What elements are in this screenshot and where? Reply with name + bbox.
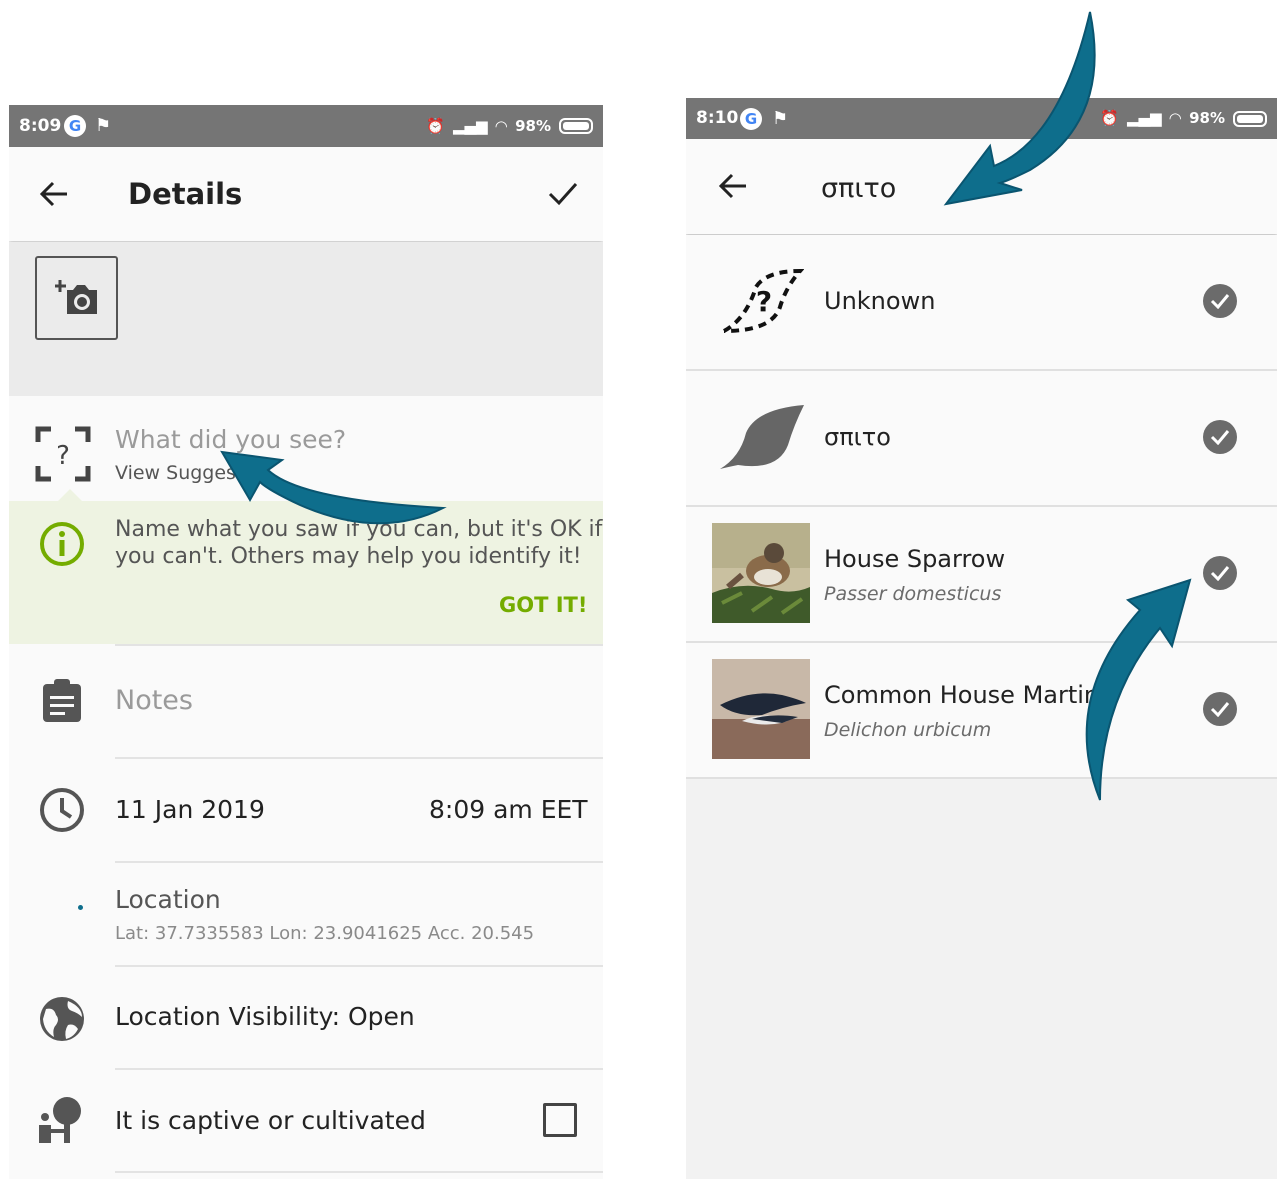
result-row-house-martin[interactable]: Common House Martin Delichon urbicum (686, 643, 1277, 779)
house-martin-photo (712, 659, 810, 759)
search-toolbar: σπιτο (686, 139, 1277, 234)
battery-icon (559, 118, 593, 134)
result-name: Unknown (824, 287, 936, 315)
status-bar: 8:10 G ⚑ ⏰ ▂▄▆ ◠ 98% (686, 98, 1277, 139)
divider (115, 861, 603, 863)
back-arrow-icon[interactable] (718, 173, 748, 199)
species-search-screen: 8:10 G ⚑ ⏰ ▂▄▆ ◠ 98% σπιτο ? Unknown σπι… (686, 98, 1277, 1179)
status-time: 8:09 (19, 116, 62, 136)
species-unknown-icon: ? (35, 426, 91, 482)
alarm-icon: ⏰ (426, 117, 445, 135)
google-icon: G (64, 115, 86, 137)
toolbar: Details (9, 147, 603, 241)
divider (115, 965, 603, 967)
house-sparrow-photo (712, 523, 810, 623)
wifi-icon: ◠ (1169, 109, 1182, 127)
location-title[interactable]: Location (115, 885, 221, 914)
result-row-query[interactable]: σπιτο (686, 371, 1277, 507)
species-input[interactable]: What did you see? (115, 425, 346, 454)
result-name: House Sparrow (824, 545, 1006, 573)
divider (115, 757, 603, 759)
tip-pointer (58, 489, 82, 501)
battery-icon (1233, 110, 1267, 127)
tree-captive-icon (39, 1097, 81, 1143)
time-field[interactable]: 8:09 am EET (429, 795, 588, 824)
result-row-house-sparrow[interactable]: House Sparrow Passer domesticus (686, 507, 1277, 643)
result-scientific-name: Passer domesticus (824, 583, 1002, 605)
result-scientific-name: Delichon urbicum (824, 719, 992, 741)
info-icon (40, 522, 84, 566)
status-icons: ⏰ ▂▄▆ ◠ 98% (1100, 98, 1267, 139)
status-icons: ⏰ ▂▄▆ ◠ 98% (426, 105, 593, 147)
page-title: Details (128, 177, 243, 211)
globe-icon (40, 997, 84, 1041)
location-visibility[interactable]: Location Visibility: Open (115, 1002, 415, 1031)
svg-text:?: ? (56, 441, 70, 471)
tip-text-line1: Name what you saw if you can, but it's O… (115, 517, 603, 542)
save-check-icon[interactable] (547, 181, 579, 207)
clipboard-icon (43, 679, 81, 722)
divider (115, 1068, 603, 1070)
add-camera-icon (55, 280, 97, 314)
location-coordinates: Lat: 37.7335583 Lon: 23.9041625 Acc. 20.… (115, 923, 535, 944)
select-check-icon[interactable] (1203, 420, 1237, 454)
unknown-species-icon: ? (722, 268, 804, 333)
signal-icon: ▂▄▆ (1126, 109, 1162, 127)
select-check-icon[interactable] (1203, 556, 1237, 590)
battery-level: 98% (1189, 109, 1225, 127)
add-photo-button[interactable] (35, 256, 118, 340)
leaf-species-icon (720, 405, 804, 469)
details-screen: 8:09 G ⚑ ⏰ ▂▄▆ ◠ 98% Details ? What did … (9, 105, 603, 1179)
photo-area (9, 242, 603, 396)
clock-icon (40, 788, 84, 832)
tip-box: Name what you saw if you can, but it's O… (9, 489, 603, 644)
status-bar: 8:09 G ⚑ ⏰ ▂▄▆ ◠ 98% (9, 105, 603, 147)
svg-text:?: ? (756, 285, 772, 318)
back-arrow-icon[interactable] (39, 181, 69, 207)
captive-label: It is captive or cultivated (115, 1106, 426, 1135)
result-name: Common House Martin (824, 681, 1100, 709)
select-check-icon[interactable] (1203, 284, 1237, 318)
alarm-icon: ⏰ (1100, 109, 1119, 127)
divider (115, 1171, 603, 1173)
location-pin-icon (78, 905, 83, 910)
divider (115, 644, 603, 646)
play-flag-icon: ⚑ (95, 115, 112, 136)
select-check-icon[interactable] (1203, 692, 1237, 726)
google-icon: G (740, 108, 762, 130)
got-it-button[interactable]: GOT IT! (499, 593, 587, 617)
battery-level: 98% (515, 117, 551, 135)
search-input[interactable]: σπιτο (821, 173, 896, 204)
notes-input[interactable]: Notes (115, 685, 193, 716)
play-flag-icon: ⚑ (772, 108, 789, 129)
tip-text-line2: you can't. Others may help you identify … (115, 544, 582, 569)
signal-icon: ▂▄▆ (452, 117, 488, 135)
captive-checkbox[interactable] (543, 1103, 577, 1137)
view-suggestions-link[interactable]: View Sugges (115, 462, 236, 484)
status-time: 8:10 (696, 108, 739, 128)
date-field[interactable]: 11 Jan 2019 (115, 795, 265, 824)
result-row-unknown[interactable]: ? Unknown (686, 235, 1277, 371)
wifi-icon: ◠ (495, 117, 508, 135)
result-name: σπιτο (824, 423, 891, 451)
